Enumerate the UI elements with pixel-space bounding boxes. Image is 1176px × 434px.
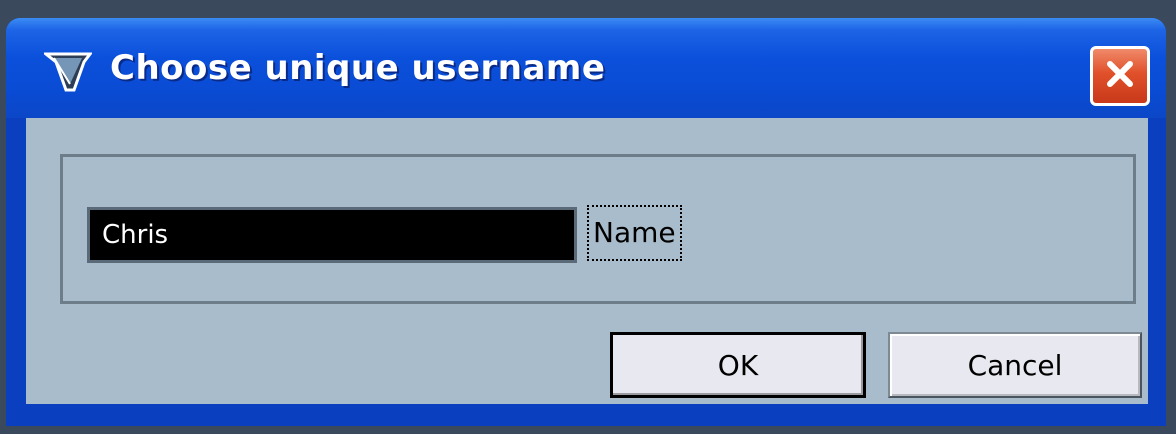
close-icon: [1102, 56, 1138, 96]
app-logo-icon: [41, 50, 93, 94]
dialog-window: Choose unique username Name OK Cancel: [6, 18, 1166, 426]
cancel-button[interactable]: Cancel: [888, 332, 1142, 398]
ok-button[interactable]: OK: [610, 332, 866, 398]
name-label: Name: [587, 205, 682, 261]
name-group-box: Name: [60, 154, 1136, 304]
ok-button-label: OK: [717, 348, 759, 382]
cancel-button-label: Cancel: [967, 348, 1063, 382]
title-bar[interactable]: Choose unique username: [6, 18, 1166, 118]
window-title: Choose unique username: [110, 48, 606, 88]
dialog-body: Name OK Cancel: [26, 118, 1148, 404]
username-input[interactable]: [87, 207, 577, 263]
close-button[interactable]: [1090, 46, 1150, 106]
